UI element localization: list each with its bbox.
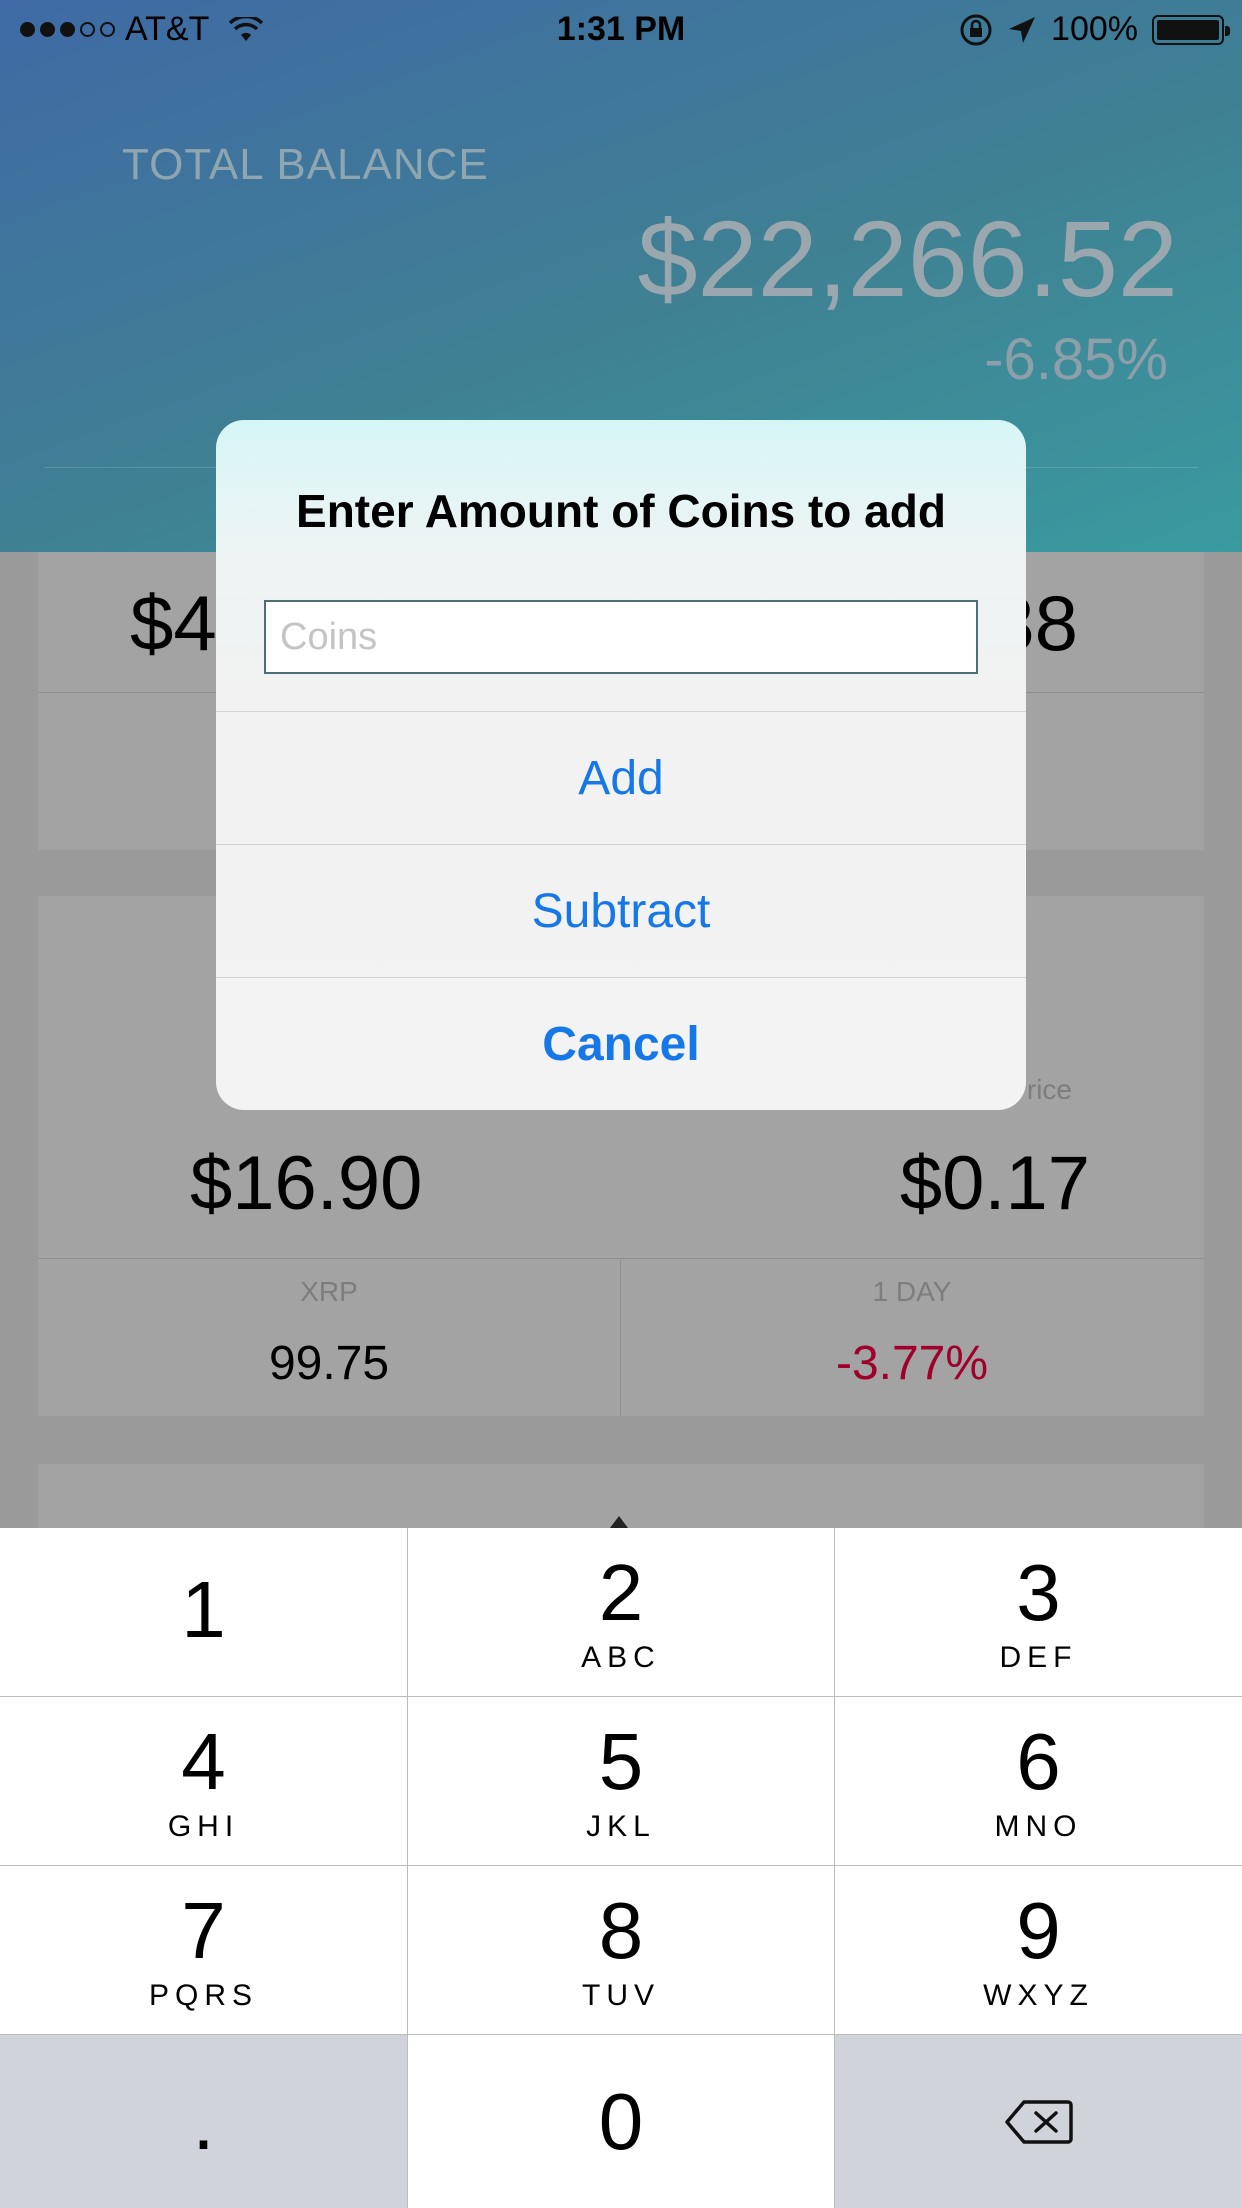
- add-coins-alert: Enter Amount of Coins to add Add Subtrac…: [216, 420, 1026, 1110]
- key-3[interactable]: 3 DEF: [835, 1528, 1242, 1696]
- numeric-keypad: 1 2 ABC 3 DEF 4 GHI 5 JKL 6 MNO 7 PQRS 8…: [0, 1528, 1242, 2208]
- total-balance-label: TOTAL BALANCE: [122, 140, 489, 189]
- key-letters: MNO: [994, 1810, 1083, 1843]
- key-digit: 5: [598, 1717, 644, 1806]
- alert-title: Enter Amount of Coins to add: [296, 485, 946, 537]
- key-letters: GHI: [167, 1810, 240, 1843]
- key-digit: .: [192, 2076, 215, 2166]
- key-4[interactable]: 4 GHI: [0, 1697, 407, 1865]
- backspace-icon: [1004, 2099, 1073, 2144]
- key-letters: WXYZ: [983, 1979, 1094, 2012]
- key-digit: 7: [181, 1886, 226, 1975]
- key-digit: 0: [598, 2076, 644, 2166]
- key-decimal[interactable]: .: [0, 2035, 407, 2208]
- coin-symbol-label: XRP: [300, 1276, 358, 1307]
- key-letters: DEF: [999, 1641, 1078, 1674]
- location-arrow-icon: [1009, 16, 1036, 43]
- key-digit: 3: [1016, 1548, 1061, 1637]
- key-digit: 2: [598, 1548, 644, 1637]
- key-letters: PQRS: [148, 1979, 259, 2012]
- card-divider: [38, 1258, 1204, 1259]
- key-8[interactable]: 8 TUV: [408, 1866, 834, 2034]
- key-1[interactable]: 1: [0, 1528, 407, 1696]
- day-change: -3.77%: [835, 1337, 989, 1390]
- coin-amount: 99.75: [268, 1337, 390, 1390]
- orientation-lock-icon: [960, 14, 992, 45]
- key-digit: 9: [1016, 1886, 1061, 1975]
- key-digit: 8: [598, 1886, 644, 1975]
- key-6[interactable]: 6 MNO: [835, 1697, 1242, 1865]
- key-9[interactable]: 9 WXYZ: [835, 1866, 1242, 2034]
- add-button[interactable]: Add: [216, 712, 1026, 844]
- total-balance-change: -6.85%: [984, 327, 1168, 392]
- subtract-button[interactable]: Subtract: [216, 845, 1026, 977]
- key-0[interactable]: 0: [408, 2035, 834, 2208]
- delete-key[interactable]: [835, 2035, 1242, 2208]
- holding-value: $16.90: [190, 1141, 423, 1226]
- total-balance-value: $22,266.52: [637, 198, 1178, 319]
- key-7[interactable]: 7 PQRS: [0, 1866, 407, 2034]
- period-label: 1 DAY: [872, 1276, 952, 1307]
- coin-price: $0.17: [899, 1141, 1090, 1226]
- status-bar: AT&T 1:31 PM 100%: [0, 0, 1242, 60]
- key-digit: 6: [1016, 1717, 1061, 1806]
- battery-icon: [1152, 14, 1230, 45]
- battery-percent: 100%: [1051, 10, 1138, 48]
- cancel-button[interactable]: Cancel: [216, 978, 1026, 1110]
- key-5[interactable]: 5 JKL: [408, 1697, 834, 1865]
- key-2[interactable]: 2 ABC: [408, 1528, 834, 1696]
- key-letters: TUV: [582, 1979, 660, 2012]
- key-digit: 1: [181, 1565, 226, 1654]
- key-letters: JKL: [586, 1810, 656, 1843]
- key-digit: 4: [181, 1717, 226, 1806]
- status-right: 100%: [959, 10, 1230, 49]
- price-label: rice: [1026, 1074, 1072, 1105]
- caret-up-icon: [610, 1516, 628, 1528]
- card-value-left: $4: [130, 579, 217, 667]
- coins-input[interactable]: [264, 600, 978, 674]
- key-letters: ABC: [581, 1641, 661, 1674]
